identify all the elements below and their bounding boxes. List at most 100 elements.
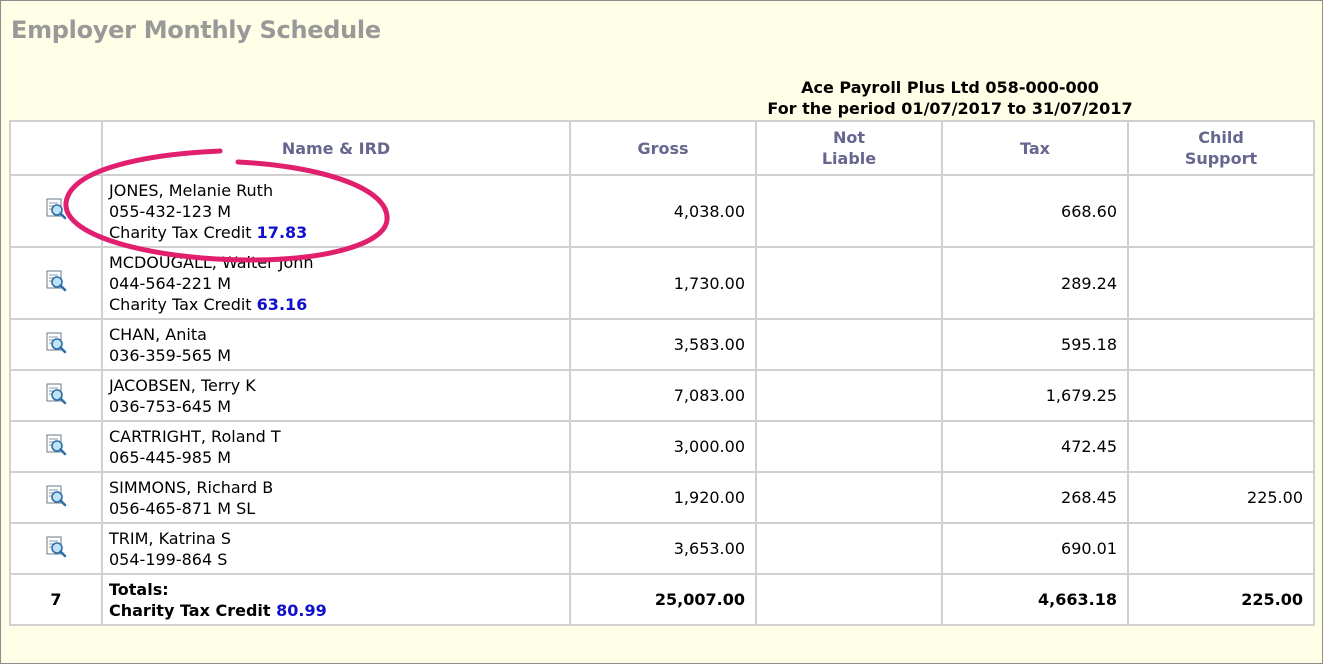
gross-cell: 3,653.00	[569, 522, 757, 575]
employee-ird: 036-359-565 M	[109, 345, 232, 365]
gross-cell: 3,000.00	[569, 420, 757, 473]
row-icon-cell	[9, 318, 103, 371]
child-support-cell	[1127, 522, 1315, 575]
totals-label-cell: Totals: Charity Tax Credit 80.99	[101, 573, 571, 626]
employee-name: SIMMONS, Richard B	[109, 477, 274, 497]
not-liable-cell	[755, 318, 943, 371]
employee-name: MCDOUGALL, Walter John	[109, 252, 314, 272]
employee-ird: 065-445-985 M	[109, 447, 232, 467]
row-icon-cell	[9, 369, 103, 422]
table-row: TRIM, Katrina S 054-199-864 S 3,653.00 690.…	[9, 522, 1315, 575]
employee-ird: 055-432-123 M	[109, 201, 232, 221]
employee-cell: CHAN, Anita 036-359-565 M	[101, 318, 571, 371]
child-support-cell: 225.00	[1127, 471, 1315, 524]
not-liable-cell	[755, 471, 943, 524]
tax-cell: 472.45	[941, 420, 1129, 473]
totals-credit-value: 80.99	[276, 600, 327, 620]
child-support-cell	[1127, 318, 1315, 371]
child-support-column-header: Child Support	[1127, 120, 1315, 176]
child-support-header-line2: Support	[1184, 149, 1258, 168]
employee-name: TRIM, Katrina S	[109, 528, 232, 548]
charity-credit-line: Charity Tax Credit 17.83	[109, 222, 569, 243]
totals-tax: 4,663.18	[941, 573, 1129, 626]
totals-child-support: 225.00	[1127, 573, 1315, 626]
charity-credit-value: 63.16	[256, 294, 308, 314]
table-row: JACOBSEN, Terry K 036-753-645 M 7,083.00 1,…	[9, 369, 1315, 422]
table-row: JONES, Melanie Ruth 055-432-123 M Charity …	[9, 174, 1315, 248]
not-liable-header-line2: Liable	[821, 149, 877, 168]
charity-credit-label: Charity Tax Credit	[109, 294, 252, 314]
schedule-table: Name & IRD Gross Not Liable Tax Child Su…	[9, 120, 1315, 626]
not-liable-header-line1: Not	[832, 128, 866, 147]
totals-row: 7 Totals: Charity Tax Credit 80.99 25,00…	[9, 573, 1315, 626]
tax-cell: 1,679.25	[941, 369, 1129, 422]
gross-column-header: Gross	[569, 120, 757, 176]
icon-column-header	[9, 120, 103, 176]
table-row: CHAN, Anita 036-359-565 M 3,583.00 595.18	[9, 318, 1315, 371]
gross-cell: 7,083.00	[569, 369, 757, 422]
employee-cell: MCDOUGALL, Walter John 044-564-221 M Chari…	[101, 246, 571, 320]
gross-cell: 1,730.00	[569, 246, 757, 320]
child-support-cell	[1127, 420, 1315, 473]
view-document-icon[interactable]	[44, 270, 68, 292]
row-icon-cell	[9, 246, 103, 320]
not-liable-cell	[755, 420, 943, 473]
charity-credit-line: Charity Tax Credit 63.16	[109, 294, 569, 315]
table-row: CARTRIGHT, Roland T 065-445-985 M 3,000.00…	[9, 420, 1315, 473]
not-liable-cell	[755, 174, 943, 248]
table-header-row: Name & IRD Gross Not Liable Tax Child Su…	[9, 120, 1315, 176]
employee-cell: TRIM, Katrina S 054-199-864 S	[101, 522, 571, 575]
view-document-icon[interactable]	[44, 434, 68, 456]
employee-ird: 054-199-864 S	[109, 549, 228, 569]
totals-not-liable	[755, 573, 943, 626]
table-row: SIMMONS, Richard B 056-465-871 M SL 1,920.…	[9, 471, 1315, 524]
employee-ird: 044-564-221 M	[109, 273, 232, 293]
not-liable-cell	[755, 522, 943, 575]
charity-credit-label: Charity Tax Credit	[109, 222, 252, 242]
view-document-icon[interactable]	[44, 198, 68, 220]
totals-count: 7	[9, 573, 103, 626]
tax-cell: 690.01	[941, 522, 1129, 575]
employee-ird: 056-465-871 M SL	[109, 498, 256, 518]
row-icon-cell	[9, 522, 103, 575]
period-label: For the period 01/07/2017 to 31/07/2017	[767, 99, 1133, 118]
totals-credit-label: Charity Tax Credit	[109, 600, 271, 620]
page-title: Employer Monthly Schedule	[11, 16, 381, 44]
view-document-icon[interactable]	[44, 383, 68, 405]
totals-credit-line: Charity Tax Credit 80.99	[109, 600, 569, 621]
gross-cell: 4,038.00	[569, 174, 757, 248]
not-liable-cell	[755, 246, 943, 320]
tax-column-header: Tax	[941, 120, 1129, 176]
employee-name: CARTRIGHT, Roland T	[109, 426, 281, 446]
view-document-icon[interactable]	[44, 332, 68, 354]
table-row: MCDOUGALL, Walter John 044-564-221 M Chari…	[9, 246, 1315, 320]
employee-cell: JONES, Melanie Ruth 055-432-123 M Charity …	[101, 174, 571, 248]
row-icon-cell	[9, 420, 103, 473]
charity-credit-value: 17.83	[256, 222, 308, 242]
employee-cell: CARTRIGHT, Roland T 065-445-985 M	[101, 420, 571, 473]
row-icon-cell	[9, 471, 103, 524]
view-document-icon[interactable]	[44, 485, 68, 507]
child-support-cell	[1127, 174, 1315, 248]
employee-name: CHAN, Anita	[109, 324, 207, 344]
child-support-cell	[1127, 369, 1315, 422]
tax-cell: 595.18	[941, 318, 1129, 371]
gross-cell: 3,583.00	[569, 318, 757, 371]
child-support-cell	[1127, 246, 1315, 320]
employee-cell: JACOBSEN, Terry K 036-753-645 M	[101, 369, 571, 422]
totals-label: Totals:	[109, 579, 169, 599]
employee-name: JACOBSEN, Terry K	[109, 375, 256, 395]
employee-name: JONES, Melanie Ruth	[109, 180, 274, 200]
not-liable-cell	[755, 369, 943, 422]
employee-cell: SIMMONS, Richard B 056-465-871 M SL	[101, 471, 571, 524]
gross-cell: 1,920.00	[569, 471, 757, 524]
totals-gross: 25,007.00	[569, 573, 757, 626]
not-liable-column-header: Not Liable	[755, 120, 943, 176]
tax-cell: 668.60	[941, 174, 1129, 248]
tax-cell: 268.45	[941, 471, 1129, 524]
row-icon-cell	[9, 174, 103, 248]
name-column-header: Name & IRD	[101, 120, 571, 176]
view-document-icon[interactable]	[44, 536, 68, 558]
child-support-header-line1: Child	[1198, 128, 1244, 147]
employee-ird: 036-753-645 M	[109, 396, 232, 416]
